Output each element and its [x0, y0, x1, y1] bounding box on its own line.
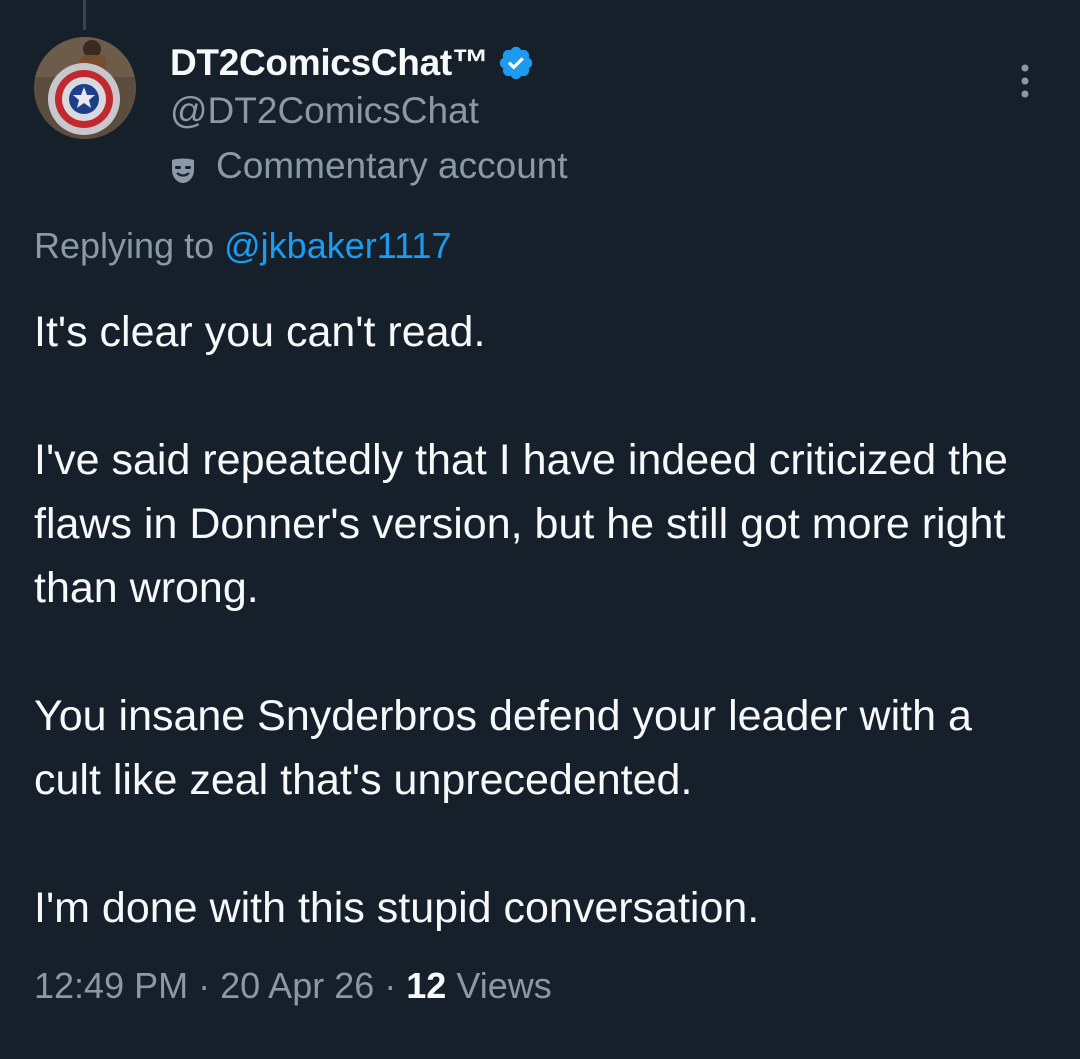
paragraph-spacer [34, 620, 1044, 684]
more-options-icon [1021, 64, 1029, 98]
thread-connector-line [83, 0, 86, 30]
post-time[interactable]: 12:49 PM [34, 965, 188, 1006]
author-handle[interactable]: @DT2ComicsChat [170, 90, 479, 132]
post-date[interactable]: 20 Apr 26 [220, 965, 374, 1006]
post-paragraph: I'm done with this stupid conversation. [34, 884, 760, 932]
replying-to-prefix: Replying to [34, 225, 215, 266]
replying-to: Replying to @jkbaker1117 [34, 225, 451, 267]
post-paragraph: I've said repeatedly that I have indeed … [34, 436, 1008, 612]
paragraph-spacer [34, 364, 1044, 428]
views-count[interactable]: 12 [406, 965, 446, 1006]
account-label-text: Commentary account [216, 145, 568, 186]
views-label[interactable]: Views [456, 965, 551, 1006]
post-paragraph: You insane Snyderbros defend your leader… [34, 692, 972, 804]
account-label: Commentary account [170, 145, 568, 187]
avatar[interactable] [34, 37, 136, 139]
mask-icon [170, 152, 196, 183]
paragraph-spacer [34, 812, 1044, 876]
post-paragraph: It's clear you can't read. [34, 308, 486, 356]
more-options-button[interactable] [1005, 58, 1045, 104]
meta-separator: · [198, 965, 211, 1006]
verified-badge-icon[interactable] [497, 44, 535, 82]
author-display-name[interactable]: DT2ComicsChat™ [170, 42, 489, 84]
post-metadata: 12:49 PM · 20 Apr 26 · 12 Views [34, 965, 552, 1007]
reply-mention-link[interactable]: @jkbaker1117 [224, 225, 451, 266]
avatar-image [34, 37, 136, 139]
post-text: It's clear you can't read. I've said rep… [34, 300, 1044, 940]
author-name-row[interactable]: DT2ComicsChat™ [170, 40, 535, 86]
meta-separator: · [384, 965, 397, 1006]
